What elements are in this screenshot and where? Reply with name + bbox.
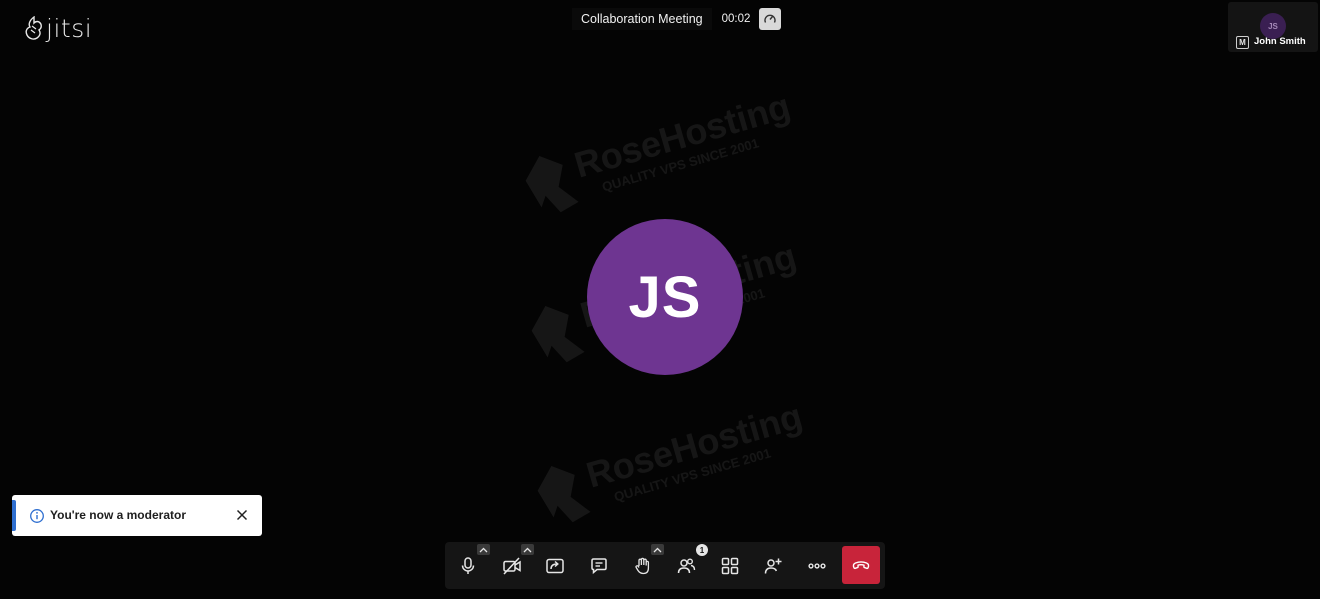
chat-icon [591, 558, 607, 575]
tile-view-button[interactable] [712, 548, 748, 584]
camera-options-button[interactable] [521, 544, 534, 555]
microphone-options-button[interactable] [477, 544, 490, 555]
hand-icon [635, 557, 650, 575]
chevron-up-icon [479, 547, 488, 552]
connection-indicator-button[interactable] [759, 8, 782, 30]
watermark-logo-mark [525, 155, 579, 213]
participants-icon [677, 558, 696, 574]
meeting-stage: jitsi Collaboration Meeting 00:02 JS M J… [0, 0, 1320, 599]
meeting-timer: 00:02 [721, 13, 751, 25]
chevron-up-icon [523, 547, 532, 552]
info-icon [30, 509, 44, 523]
local-video-thumbnail[interactable]: JS M John Smith [1228, 2, 1318, 52]
more-icon [808, 563, 826, 569]
microphone-icon [461, 557, 475, 574]
chevron-up-icon [653, 547, 662, 552]
watermark-brand: RoseHosting [570, 85, 795, 186]
participant-avatar: JS [587, 219, 743, 375]
gauge-icon [764, 14, 777, 23]
watermark-logo-mark [537, 465, 591, 523]
share-screen-button[interactable] [537, 548, 573, 584]
logo-text: jitsi [46, 14, 93, 43]
reactions-options-button[interactable] [651, 544, 664, 555]
participant-name: John Smith [1254, 36, 1306, 47]
meeting-toolbar: 1 [445, 542, 885, 589]
share-screen-icon [546, 558, 564, 574]
jitsi-logo[interactable]: jitsi [24, 16, 92, 42]
meeting-title: Collaboration Meeting [572, 8, 712, 30]
moderator-notification: You're now a moderator [12, 495, 262, 536]
hangup-icon [852, 561, 870, 570]
meeting-header: Collaboration Meeting 00:02 [572, 8, 782, 30]
participant-count-badge: 1 [696, 544, 708, 556]
add-person-icon [764, 558, 782, 574]
close-icon[interactable] [234, 507, 250, 523]
watermark-tagline: QUALITY VPS SINCE 2001 [600, 135, 760, 194]
invite-button[interactable] [755, 548, 791, 584]
chat-button[interactable] [581, 548, 617, 584]
more-actions-button[interactable] [799, 548, 835, 584]
watermark-tagline: QUALITY VPS SINCE 2001 [612, 445, 772, 504]
notification-text: You're now a moderator [50, 508, 186, 522]
notification-accent [12, 500, 16, 531]
jitsi-logo-icon [25, 16, 42, 40]
leave-meeting-button[interactable] [842, 546, 880, 584]
camera-off-icon [503, 557, 521, 575]
moderator-icon: M [1236, 36, 1249, 49]
watermark-logo-mark [531, 305, 585, 363]
grid-icon [721, 557, 739, 575]
watermark-brand: RoseHosting [582, 395, 805, 496]
